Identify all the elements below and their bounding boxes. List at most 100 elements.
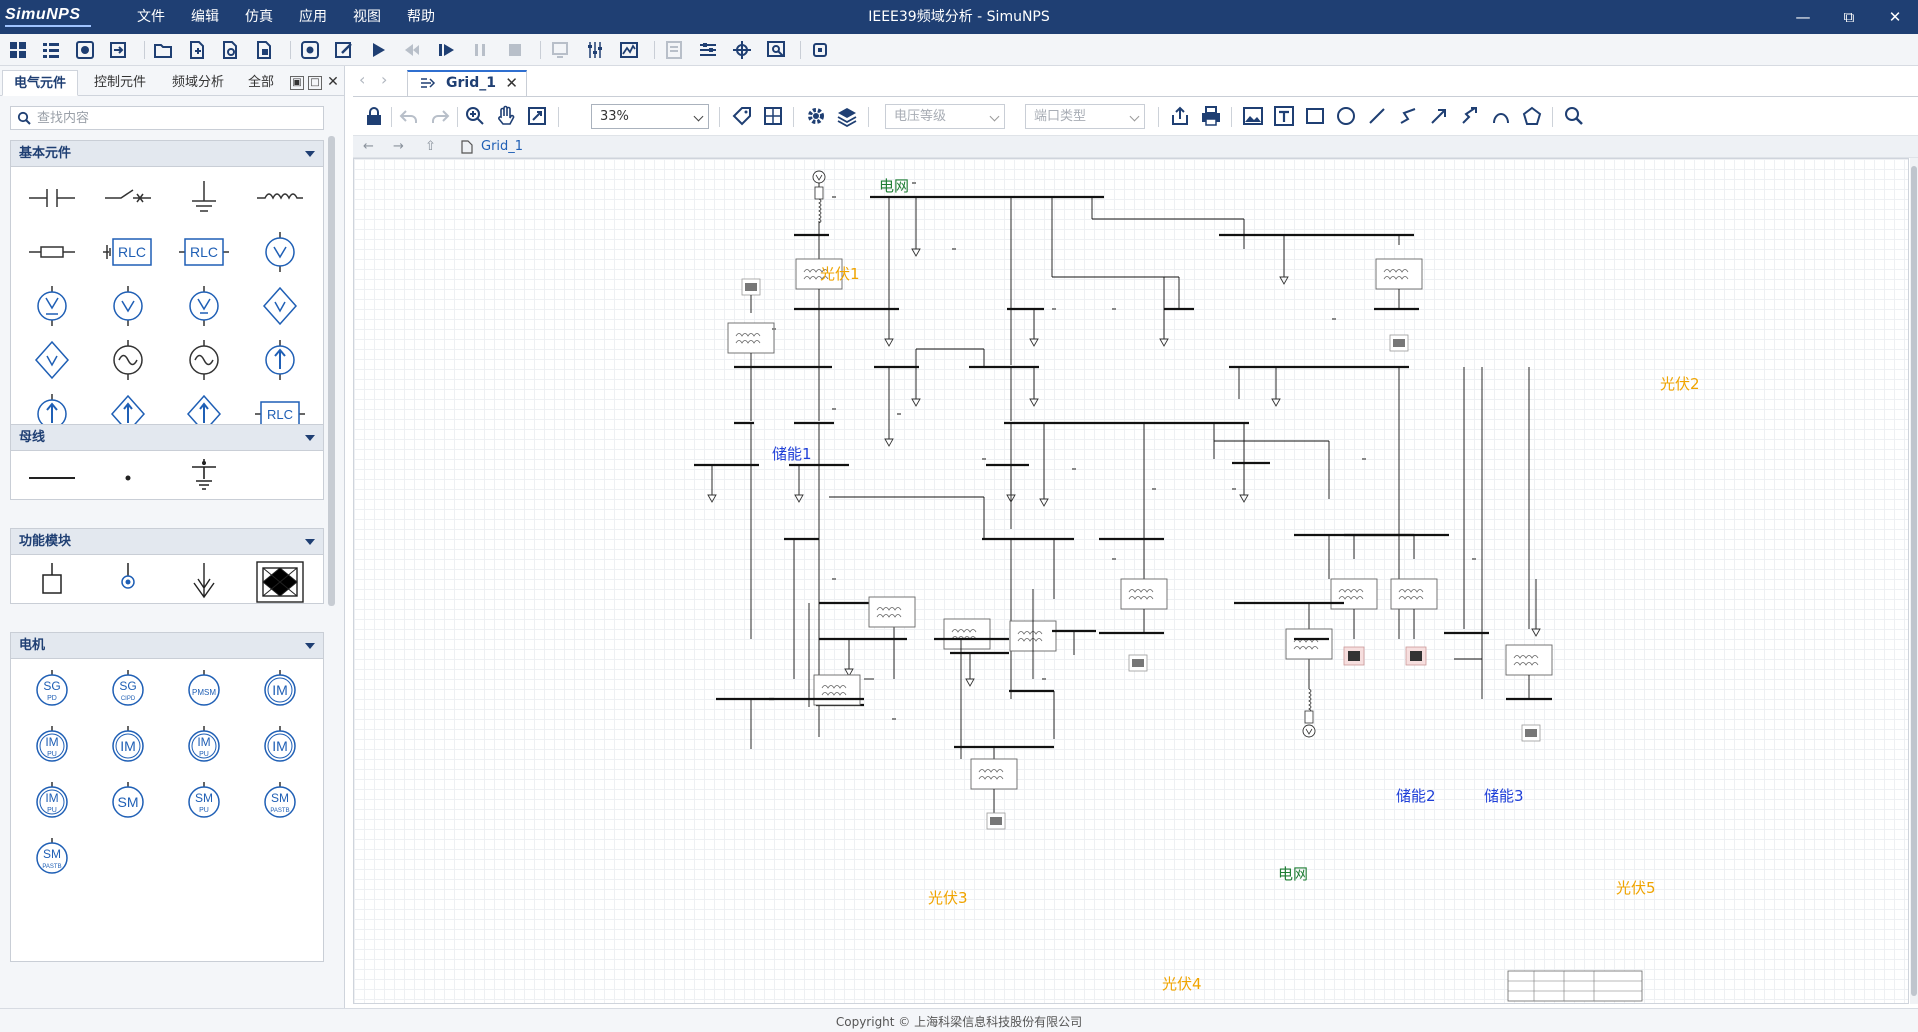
im-pu-icon[interactable]: IM PU <box>25 725 79 767</box>
sm-pastb-alt-icon[interactable]: SM PASTB <box>25 837 79 879</box>
file-copy-icon[interactable] <box>254 40 274 60</box>
float-icon[interactable]: ▣ <box>290 76 304 90</box>
ac-voltage-source-icon[interactable] <box>25 285 79 327</box>
switch-icon[interactable] <box>101 177 155 219</box>
tag-icon[interactable] <box>731 105 753 127</box>
pan-hand-icon[interactable] <box>495 105 517 127</box>
ground-icon[interactable] <box>177 177 231 219</box>
restore-icon[interactable]: ⧉ <box>1826 0 1872 34</box>
settings-icon[interactable] <box>300 40 320 60</box>
minimize-icon[interactable]: — <box>1780 0 1826 34</box>
voltage-source-dc-icon[interactable] <box>177 285 231 327</box>
search-diagram-icon[interactable] <box>1563 105 1585 127</box>
prev-doc-icon[interactable]: ‹ <box>359 70 365 89</box>
fit-view-icon[interactable] <box>526 105 548 127</box>
print-icon[interactable] <box>1200 105 1222 127</box>
library-icon[interactable] <box>75 40 95 60</box>
zoom-select[interactable]: 33% <box>591 104 709 129</box>
zoom-in-icon[interactable] <box>464 105 486 127</box>
breadcrumb-item[interactable]: Grid_1 <box>481 139 523 154</box>
search-input[interactable] <box>37 109 317 127</box>
arrow-down-icon[interactable] <box>177 561 231 603</box>
section-basic-header[interactable]: 基本元件 <box>11 141 323 167</box>
port-icon[interactable] <box>101 561 155 603</box>
dashboard-icon[interactable] <box>8 40 28 60</box>
menu-simulate[interactable]: 仿真 <box>232 0 286 34</box>
node-icon[interactable] <box>101 457 155 499</box>
ac-source-alt-icon[interactable] <box>177 339 231 381</box>
voltage-source-alt-icon[interactable] <box>101 285 155 327</box>
close-tab-icon[interactable]: ✕ <box>505 74 518 92</box>
params-icon[interactable] <box>698 40 718 60</box>
chip-icon[interactable] <box>810 40 830 60</box>
sm-icon[interactable]: SM <box>101 781 155 823</box>
pmsm-icon[interactable]: PMSM <box>177 669 231 711</box>
new-file-icon[interactable] <box>187 40 207 60</box>
up-icon[interactable]: ⇧ <box>425 139 436 154</box>
crosshair-icon[interactable] <box>732 40 752 60</box>
panel-scrollbar[interactable] <box>328 136 335 606</box>
tab-grid-1[interactable]: Grid_1 ✕ <box>407 70 527 96</box>
open-project-icon[interactable] <box>153 40 173 60</box>
collapse-icon[interactable] <box>305 539 315 545</box>
maximize-panel-icon[interactable]: □ <box>308 76 322 90</box>
controlled-voltage-diamond-alt-icon[interactable] <box>25 339 79 381</box>
section-machines-header[interactable]: 电机 <box>11 633 323 659</box>
voltage-level-select[interactable]: 电压等级 <box>885 104 1005 129</box>
step-forward-icon[interactable] <box>436 40 456 60</box>
export-icon[interactable] <box>1169 105 1191 127</box>
arrow-tool-icon[interactable] <box>1428 105 1450 127</box>
tab-frequency[interactable]: 频域分析 <box>160 70 236 96</box>
polygon-tool-icon[interactable] <box>1521 105 1543 127</box>
list-icon[interactable] <box>41 40 61 60</box>
line-tool-icon[interactable] <box>1366 105 1388 127</box>
edit-icon[interactable] <box>334 40 354 60</box>
import-icon[interactable] <box>108 40 128 60</box>
menu-apps[interactable]: 应用 <box>286 0 340 34</box>
subsystem-icon[interactable] <box>253 561 307 603</box>
terminal-icon[interactable] <box>25 561 79 603</box>
menu-file[interactable]: 文件 <box>124 0 178 34</box>
image-icon[interactable] <box>1242 105 1264 127</box>
diagram-canvas[interactable]: 电网 电网 光伏1 光伏2 光伏3 光伏4 光伏5 储能1 储能2 储能3 <box>353 158 1909 1004</box>
close-icon[interactable]: ✕ <box>1872 0 1918 34</box>
back-icon[interactable]: ← <box>363 139 374 154</box>
zigzag-arrow-tool-icon[interactable] <box>1459 105 1481 127</box>
scope-icon[interactable] <box>619 40 639 60</box>
sg-pd-icon[interactable]: SG PD <box>25 669 79 711</box>
run-icon[interactable] <box>368 40 388 60</box>
menu-view[interactable]: 视图 <box>340 0 394 34</box>
lock-icon[interactable] <box>363 105 385 127</box>
im-simple-icon[interactable]: IM <box>253 725 307 767</box>
gear-icon[interactable] <box>805 105 827 127</box>
rlc-block-icon[interactable]: RLC <box>177 231 231 273</box>
tab-all[interactable]: 全部 <box>238 70 284 96</box>
current-source-icon[interactable] <box>253 339 307 381</box>
menu-help[interactable]: 帮助 <box>394 0 448 34</box>
text-tool-icon[interactable] <box>1273 105 1295 127</box>
sg-cipd-icon[interactable]: SG CIPD <box>101 669 155 711</box>
tab-control[interactable]: 控制元件 <box>82 70 158 96</box>
sm-pastb-icon[interactable]: SM PASTB <box>253 781 307 823</box>
controlled-voltage-diamond-icon[interactable] <box>253 285 307 327</box>
im-pu-alt-icon[interactable]: IM PU <box>177 725 231 767</box>
rlc-source-icon[interactable]: RLC <box>101 231 155 273</box>
circle-tool-icon[interactable] <box>1335 105 1357 127</box>
menu-edit[interactable]: 编辑 <box>178 0 232 34</box>
inductor-icon[interactable] <box>253 177 307 219</box>
canvas-scrollbar[interactable] <box>1910 158 1918 1004</box>
im-alt-icon[interactable]: IM <box>101 725 155 767</box>
section-function-header[interactable]: 功能模块 <box>11 529 323 555</box>
arc-tool-icon[interactable] <box>1490 105 1512 127</box>
close-panel-icon[interactable]: ✕ <box>326 75 340 90</box>
voltage-source-icon[interactable] <box>253 231 307 273</box>
collapse-icon[interactable] <box>305 435 315 441</box>
sm-pu-icon[interactable]: SM PU <box>177 781 231 823</box>
forward-icon[interactable]: → <box>393 139 404 154</box>
ac-source-icon[interactable] <box>101 339 155 381</box>
collapse-icon[interactable] <box>305 643 315 649</box>
busbar-icon[interactable] <box>25 457 79 499</box>
section-busbar-header[interactable]: 母线 <box>11 425 323 451</box>
polyline-tool-icon[interactable] <box>1397 105 1419 127</box>
next-doc-icon[interactable]: › <box>381 70 387 89</box>
